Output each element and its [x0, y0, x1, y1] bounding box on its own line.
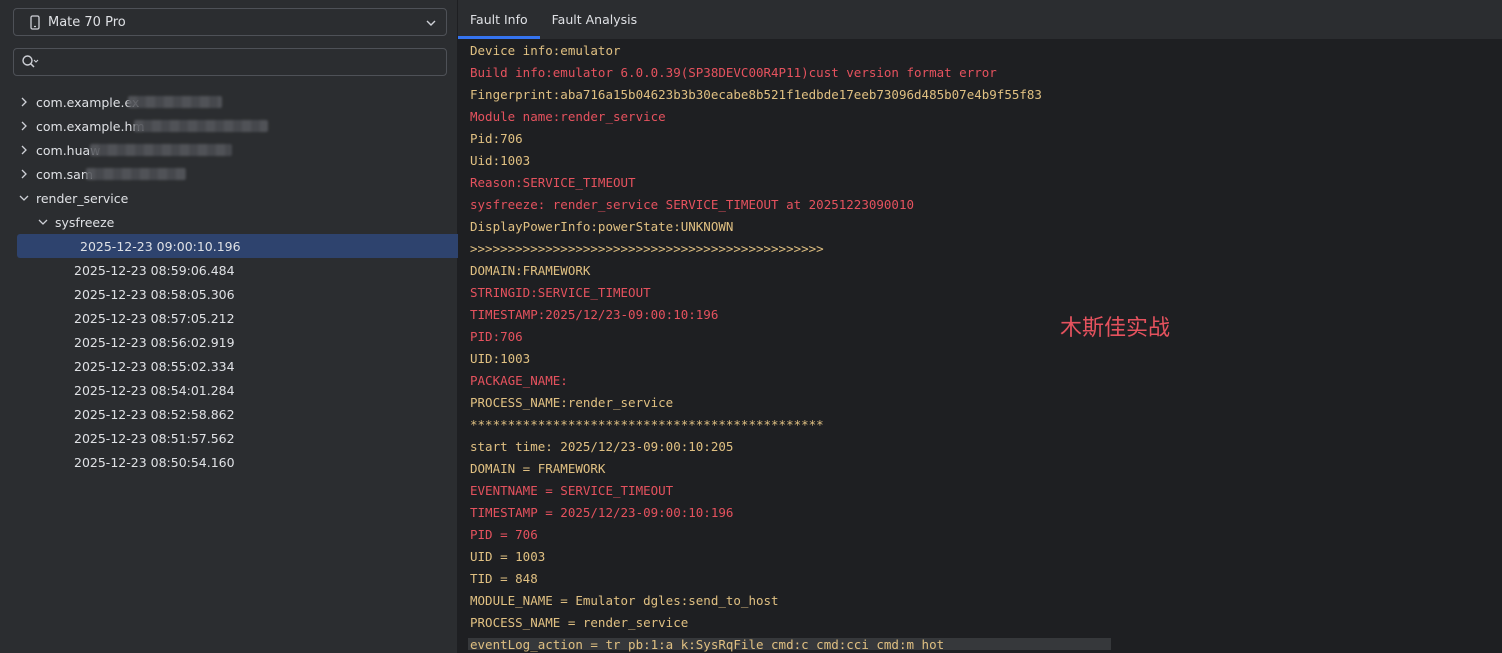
tree-node-package[interactable]: com.example.ex: [0, 90, 458, 114]
log-line: Build info:emulator 6.0.0.39(SP38DEVC00R…: [470, 65, 997, 80]
log-line: PID:706: [470, 329, 523, 344]
log-line: Pid:706: [470, 131, 523, 146]
redacted-text: [86, 168, 186, 180]
tree-node-label: sysfreeze: [55, 214, 115, 230]
tree-node-package[interactable]: com.example.hm: [0, 114, 458, 138]
log-line: Device info:emulator: [470, 43, 621, 58]
tree-entry[interactable]: 2025-12-23 08:58:05.306: [0, 282, 458, 306]
fault-tree: com.example.ex com.example.hm com.huaw c…: [0, 90, 500, 474]
log-line: DOMAIN = FRAMEWORK: [470, 461, 606, 476]
redacted-text: [90, 144, 232, 156]
tree-node-label: render_service: [36, 190, 129, 206]
tab-bar: Fault Info Fault Analysis: [458, 0, 1502, 39]
log-line: Module name:render_service: [470, 109, 666, 124]
log-line: EVENTNAME = SERVICE_TIMEOUT: [470, 483, 674, 498]
chevron-right-icon[interactable]: [18, 144, 30, 156]
chevron-right-icon[interactable]: [18, 120, 30, 132]
tab-fault-info[interactable]: Fault Info: [458, 0, 540, 39]
chevron-right-icon[interactable]: [18, 96, 30, 108]
log-line: STRINGID:SERVICE_TIMEOUT: [470, 285, 651, 300]
redacted-text: [128, 96, 222, 108]
log-line: >>>>>>>>>>>>>>>>>>>>>>>>>>>>>>>>>>>>>>>>…: [470, 241, 824, 256]
tree-node-group[interactable]: sysfreeze: [0, 210, 458, 234]
log-line: PROCESS_NAME:render_service: [470, 395, 674, 410]
tree-node-label: com.sam: [36, 166, 94, 182]
fault-detail-panel: Fault Info Fault Analysis Device info:em…: [458, 0, 1502, 653]
entry-timestamp: 2025-12-23 08:50:54.160: [74, 454, 235, 470]
redacted-text: [134, 120, 268, 132]
log-line: PID = 706: [470, 527, 538, 542]
tab-label: Fault Info: [470, 12, 528, 27]
tree-entry[interactable]: 2025-12-23 08:57:05.212: [0, 306, 458, 330]
chevron-down-icon: [424, 15, 438, 29]
log-line: ****************************************…: [470, 417, 824, 432]
tree-entry[interactable]: 2025-12-23 08:50:54.160: [0, 450, 458, 474]
tree-node-label: com.example.hm: [36, 118, 145, 134]
phone-icon: [28, 14, 42, 30]
tree-entry[interactable]: 2025-12-23 08:59:06.484: [0, 258, 458, 282]
watermark-text: 木斯佳实战: [1060, 316, 1171, 341]
tree-node-package[interactable]: com.huaw: [0, 138, 458, 162]
entry-timestamp: 2025-12-23 08:54:01.284: [74, 382, 235, 398]
tree-entry[interactable]: 2025-12-23 08:55:02.334: [0, 354, 458, 378]
log-line: DisplayPowerInfo:powerState:UNKNOWN: [470, 219, 734, 234]
tree-entry[interactable]: 2025-12-23 08:52:58.862: [0, 402, 458, 426]
log-line: UID:1003: [470, 351, 531, 366]
entry-timestamp: 2025-12-23 08:58:05.306: [74, 286, 235, 302]
entry-timestamp: 2025-12-23 08:55:02.334: [74, 358, 235, 374]
device-selector[interactable]: Mate 70 Pro: [13, 8, 447, 36]
search-input[interactable]: [43, 50, 446, 74]
log-line: Fingerprint:aba716a15b04623b3b30ecabe8b5…: [470, 87, 1042, 102]
tab-label: Fault Analysis: [551, 12, 638, 27]
search-icon: [21, 54, 39, 70]
device-name: Mate 70 Pro: [48, 14, 126, 30]
entry-timestamp: 2025-12-23 09:00:10.196: [80, 238, 241, 254]
log-line: sysfreeze: render_service SERVICE_TIMEOU…: [470, 197, 915, 212]
tree-entry-selected[interactable]: 2025-12-23 09:00:10.196: [17, 234, 500, 258]
log-line: TIMESTAMP = 2025/12/23-09:00:10:196: [470, 505, 734, 520]
app-window: Mate 70 Pro com.example.ex com.example.h…: [0, 0, 1502, 653]
log-line: eventLog_action = tr pb:1:a k:SysRqFile …: [470, 637, 945, 652]
fault-log-view[interactable]: Device info:emulator Build info:emulator …: [458, 40, 1502, 653]
entry-timestamp: 2025-12-23 08:51:57.562: [74, 430, 235, 446]
entry-timestamp: 2025-12-23 08:59:06.484: [74, 262, 235, 278]
tree-entry[interactable]: 2025-12-23 08:56:02.919: [0, 330, 458, 354]
chevron-down-icon[interactable]: [18, 192, 30, 204]
tree-node-label: com.example.ex: [36, 94, 140, 110]
log-line: PROCESS_NAME = render_service: [470, 615, 689, 630]
log-line: TIMESTAMP:2025/12/23-09:00:10:196: [470, 307, 719, 322]
tree-node-package[interactable]: com.sam: [0, 162, 458, 186]
tab-fault-analysis[interactable]: Fault Analysis: [540, 0, 649, 39]
log-line: PACKAGE_NAME:: [470, 373, 568, 388]
log-line: TID = 848: [470, 571, 538, 586]
entry-timestamp: 2025-12-23 08:56:02.919: [74, 334, 235, 350]
log-line: MODULE_NAME = Emulator dgles:send_to_hos…: [470, 593, 779, 608]
tree-entry[interactable]: 2025-12-23 08:54:01.284: [0, 378, 458, 402]
entry-timestamp: 2025-12-23 08:52:58.862: [74, 406, 235, 422]
entry-timestamp: 2025-12-23 08:57:05.212: [74, 310, 235, 326]
chevron-down-icon[interactable]: [37, 216, 49, 228]
fault-tree-panel: Mate 70 Pro com.example.ex com.example.h…: [0, 0, 500, 653]
chevron-right-icon[interactable]: [18, 168, 30, 180]
log-line: start time: 2025/12/23-09:00:10:205: [470, 439, 734, 454]
log-line: Uid:1003: [470, 153, 531, 168]
tree-entry[interactable]: 2025-12-23 08:51:57.562: [0, 426, 458, 450]
log-line: Reason:SERVICE_TIMEOUT: [470, 175, 636, 190]
log-line: UID = 1003: [470, 549, 546, 564]
tree-node-package-expanded[interactable]: render_service: [0, 186, 458, 210]
search-field[interactable]: [13, 48, 447, 76]
log-line: DOMAIN:FRAMEWORK: [470, 263, 591, 278]
